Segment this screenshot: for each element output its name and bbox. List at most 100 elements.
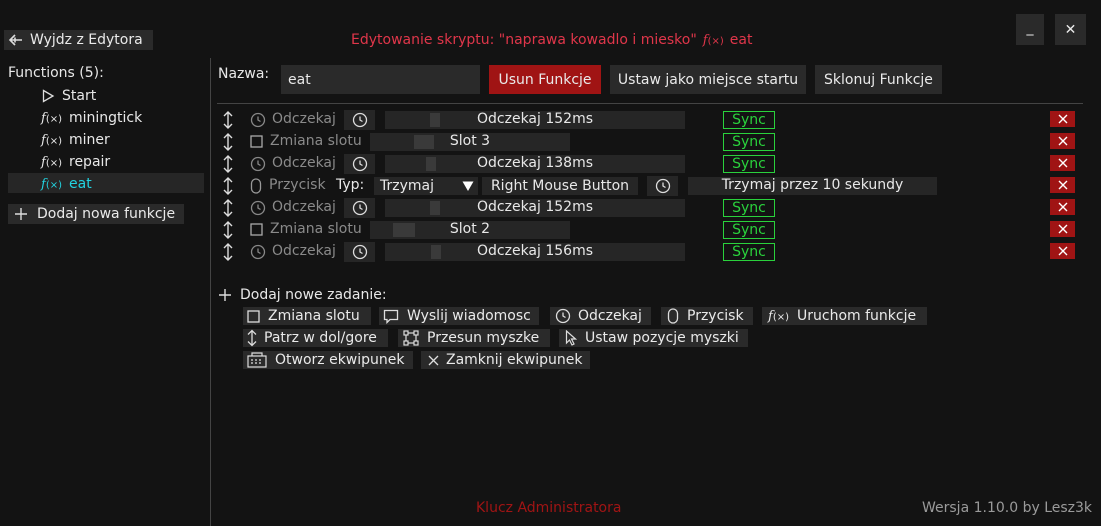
drag-handle-icon[interactable] [222,132,234,152]
sidebar-item-label: eat [69,176,92,192]
delete-task-button[interactable] [1050,133,1075,149]
sync-button[interactable]: Sync [723,221,775,239]
delay-value: Odczekaj 152ms [477,199,593,215]
sidebar-item-miner[interactable]: f(×) miner [41,130,110,150]
close-icon [1058,246,1067,256]
timing-button[interactable] [344,242,375,262]
delete-task-button[interactable] [1050,155,1075,171]
editor-title: Edytowanie skryptu: "naprawa kowadlo i m… [351,30,752,50]
checkbox-icon [250,223,263,236]
add-function-button[interactable]: Dodaj nowa funkcje [8,204,184,224]
delete-task-button[interactable] [1050,199,1075,215]
add-task-button-press[interactable]: Przycisk [661,307,753,325]
add-task-set-mouse-position[interactable]: Ustaw pozycje myszki [559,329,748,347]
hold-duration-value: Trzymaj przez 10 sekundy [721,177,904,193]
delay-slider[interactable]: Odczekaj 152ms [385,199,685,217]
task-type-label: Zmiana slotu [270,221,362,237]
admin-key-label[interactable]: Klucz Administratora [476,500,621,516]
mouse-icon [250,178,262,194]
clock-icon [352,244,367,260]
sync-button[interactable]: Sync [723,243,775,261]
sidebar-item-label: repair [69,154,111,170]
delete-task-button[interactable] [1050,221,1075,237]
add-task-close-inventory[interactable]: Zamknij ekwipunek [421,351,590,369]
sidebar-item-eat[interactable]: f(×) eat [41,174,92,194]
drag-handle-icon[interactable] [222,154,234,174]
add-task-open-inventory[interactable]: Otworz ekwipunek [243,351,413,369]
hold-duration-field[interactable]: Trzymaj przez 10 sekundy [688,177,937,195]
title-function-name: eat [729,32,753,48]
clock-icon [250,112,266,128]
sync-button[interactable]: Sync [723,111,775,129]
add-task-move-mouse[interactable]: Przesun myszke [398,329,550,347]
add-task-send-message[interactable]: Wyslij wiadomosc [379,307,539,325]
sidebar-item-label: Start [62,88,97,104]
timing-button[interactable] [344,154,375,174]
mode-value: Trzymaj [380,178,434,194]
close-icon [1058,136,1067,146]
function-name-input[interactable]: eat [281,65,480,94]
delete-function-button[interactable]: Usun Funkcje [489,65,601,94]
sync-button[interactable]: Sync [723,155,775,173]
add-task-run-function[interactable]: f(×) Uruchom funkcje [762,307,927,325]
back-arrow-icon [8,33,24,47]
timing-button[interactable] [647,176,678,196]
sidebar-item-miningtick[interactable]: f(×) miningtick [41,108,142,128]
add-task-slot-change[interactable]: Zmiana slotu [243,307,371,325]
add-task-wait[interactable]: Odczekaj [550,307,651,325]
drag-handle-icon[interactable] [222,220,234,240]
task-type-label: Odczekaj [272,111,336,127]
minimize-button[interactable]: _ [1016,14,1044,45]
cursor-icon [565,330,577,346]
clock-icon [352,156,367,172]
timing-button[interactable] [344,198,375,218]
delete-task-button[interactable] [1050,243,1075,259]
drag-handle-icon[interactable] [222,198,234,218]
mode-dropdown[interactable]: Trzymaj [374,177,478,195]
move-icon [403,330,419,346]
key-selector[interactable]: Right Mouse Button [482,177,638,195]
delete-task-button[interactable] [1050,111,1075,127]
set-start-button[interactable]: Ustaw jako miejsce startu [610,65,806,94]
add-task-look-up-down[interactable]: Patrz w dol/gore [243,329,388,347]
vertical-arrows-icon [247,329,257,347]
function-icon: f(×) [41,132,62,148]
sync-button[interactable]: Sync [723,133,775,151]
clock-icon [250,244,266,260]
exit-editor-label: Wyjdz z Edytora [30,32,143,48]
task-row: Zmiana slotu Slot 2 [218,220,1078,240]
task-type-label: Przycisk [269,177,326,193]
name-bar-divider [217,103,1083,104]
drag-handle-icon[interactable] [222,242,234,262]
clock-icon [655,178,670,194]
delay-slider[interactable]: Odczekaj 156ms [385,243,685,261]
sidebar-item-repair[interactable]: f(×) repair [41,152,110,172]
typ-label: Typ: [336,177,365,193]
function-name-value: eat [288,71,311,88]
delay-slider[interactable]: Odczekaj 138ms [385,155,685,173]
plus-icon [219,289,231,301]
drag-handle-icon[interactable] [222,176,234,196]
minimize-icon: _ [1026,19,1034,36]
exit-editor-button[interactable]: Wyjdz z Edytora [4,30,153,50]
close-window-button[interactable]: ✕ [1055,14,1086,45]
slot-slider[interactable]: Slot 3 [370,133,570,151]
timing-button[interactable] [344,110,375,130]
delete-task-button[interactable] [1050,177,1075,193]
plus-icon [14,207,28,221]
function-icon: f(×) [768,308,789,324]
clone-function-button[interactable]: Sklonuj Funkcje [815,65,942,94]
close-icon [428,355,439,365]
sidebar-item-start[interactable]: Start [41,86,96,106]
sync-button[interactable]: Sync [723,199,775,217]
checkbox-icon [247,309,260,323]
delay-value: Odczekaj 138ms [477,155,593,171]
task-row: Odczekaj Odczekaj 138ms [218,154,1078,174]
add-function-label: Dodaj nowa funkcje [37,206,176,222]
delay-slider[interactable]: Odczekaj 152ms [385,111,685,129]
drag-handle-icon[interactable] [222,110,234,130]
selected-item-highlight [8,173,204,193]
functions-heading: Functions (5): [8,65,104,81]
slot-slider[interactable]: Slot 2 [370,221,570,239]
function-icon: f(×) [41,154,62,170]
